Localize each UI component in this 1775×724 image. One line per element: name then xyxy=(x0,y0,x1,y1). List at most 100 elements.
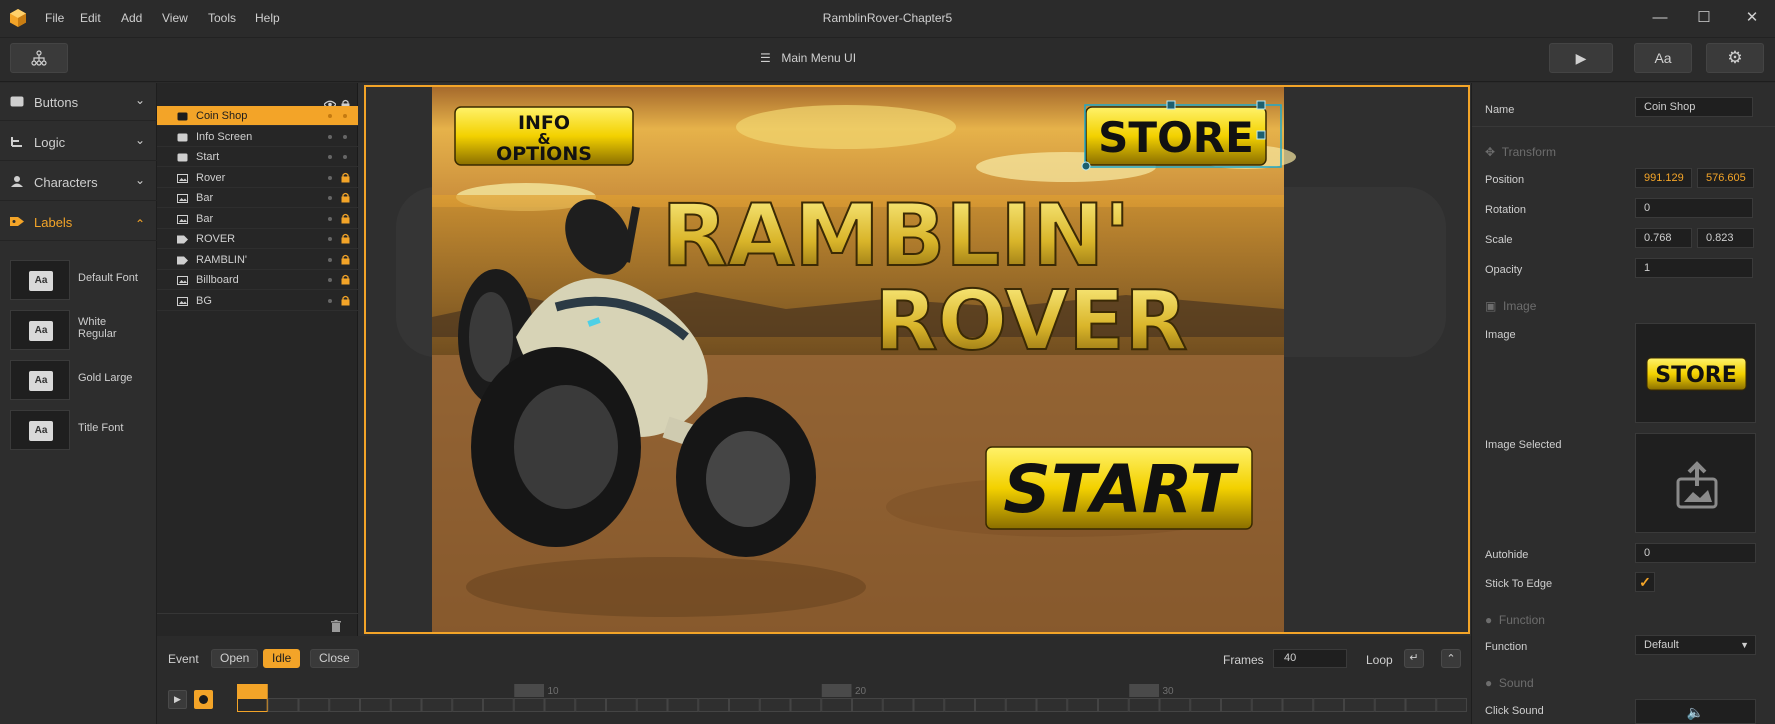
visibility-dot-icon[interactable] xyxy=(328,155,332,159)
frame-cell[interactable] xyxy=(698,698,729,712)
visibility-dot-icon[interactable] xyxy=(328,298,332,303)
name-field[interactable]: Coin Shop xyxy=(1635,97,1753,117)
timeline-play-icon[interactable]: ▶ xyxy=(168,690,187,709)
frame-cell[interactable] xyxy=(1313,698,1344,712)
frame-cell[interactable] xyxy=(636,698,668,712)
frame-cell[interactable] xyxy=(975,698,1006,712)
category-characters[interactable]: Characters ⌄ xyxy=(0,163,157,201)
frame-cell[interactable] xyxy=(667,698,699,712)
frame-cell[interactable] xyxy=(882,698,914,712)
lock-icon[interactable] xyxy=(341,172,350,183)
frame-cell[interactable] xyxy=(759,698,791,712)
frame-cell[interactable] xyxy=(1005,698,1037,712)
frame-cell[interactable] xyxy=(1374,698,1406,712)
frame-cell[interactable] xyxy=(421,698,453,712)
category-buttons[interactable]: Buttons ⌄ xyxy=(0,83,157,121)
frame-cell[interactable] xyxy=(513,698,545,712)
scale-x-field[interactable]: 0.768 xyxy=(1635,228,1692,248)
opacity-field[interactable]: 1 xyxy=(1635,258,1753,278)
frame-cell[interactable] xyxy=(298,698,330,712)
playhead[interactable] xyxy=(237,684,268,698)
category-labels[interactable]: Labels ⌃ xyxy=(0,203,157,241)
frame-cell[interactable] xyxy=(237,698,268,712)
scale-y-field[interactable]: 0.823 xyxy=(1697,228,1754,248)
loop-toggle-icon[interactable]: ↵ xyxy=(1404,649,1424,668)
frame-cell[interactable] xyxy=(575,698,606,712)
frame-cell[interactable] xyxy=(329,698,360,712)
lock-icon[interactable] xyxy=(341,274,350,285)
lock-icon[interactable] xyxy=(341,233,350,244)
close-icon[interactable]: ✕ xyxy=(1736,6,1768,30)
frame-cell[interactable] xyxy=(913,698,945,712)
visibility-dot-icon[interactable] xyxy=(328,278,332,282)
frame-cell[interactable] xyxy=(390,698,422,712)
image-preview[interactable]: STORE xyxy=(1635,323,1756,423)
hierarchy-row[interactable]: RAMBLIN' xyxy=(157,250,358,270)
visibility-dot-icon[interactable] xyxy=(328,216,332,221)
hierarchy-row[interactable]: Info Screen xyxy=(157,127,358,147)
event-open-button[interactable]: Open xyxy=(211,649,259,668)
image-selected-slot[interactable] xyxy=(1635,433,1756,533)
lock-icon[interactable] xyxy=(341,213,350,224)
position-y-field[interactable]: 576.605 xyxy=(1697,168,1754,188)
frame-cell[interactable] xyxy=(1344,698,1375,712)
frame-cell[interactable] xyxy=(1098,698,1129,712)
visibility-dot-icon[interactable] xyxy=(328,237,332,241)
frame-cell[interactable] xyxy=(544,698,576,712)
frame-cell[interactable] xyxy=(483,698,514,712)
rotation-field[interactable]: 0 xyxy=(1635,198,1753,218)
frame-cell[interactable] xyxy=(1128,698,1160,712)
hierarchy-row[interactable]: Rover xyxy=(157,168,358,188)
visibility-dot-icon[interactable] xyxy=(328,114,332,118)
visibility-dot-icon[interactable] xyxy=(328,257,332,262)
frame-cell[interactable] xyxy=(852,698,883,712)
game-canvas[interactable]: INFO & OPTIONS STORE RAMBLIN' ROVER STAR… xyxy=(364,85,1470,634)
frame-cell[interactable] xyxy=(267,698,299,712)
frame-cell[interactable] xyxy=(790,698,822,712)
lock-icon[interactable] xyxy=(341,295,350,306)
hierarchy-row[interactable]: Coin Shop xyxy=(157,106,358,126)
lock-dot-icon[interactable] xyxy=(343,155,347,159)
frame-cell[interactable] xyxy=(360,698,391,712)
stick-to-edge-checkbox[interactable]: ✓ xyxy=(1635,572,1655,592)
lock-icon[interactable] xyxy=(341,254,350,265)
click-sound-slot[interactable]: 🔈 xyxy=(1635,699,1756,724)
visibility-dot-icon[interactable] xyxy=(328,175,332,180)
label-asset-title-font[interactable]: Aa Title Font xyxy=(10,410,150,450)
lock-icon[interactable] xyxy=(341,192,350,203)
frame-cell[interactable] xyxy=(1405,698,1437,712)
hierarchy-row[interactable]: Bar xyxy=(157,188,358,208)
category-logic[interactable]: Logic ⌄ xyxy=(0,123,157,161)
frame-cell[interactable] xyxy=(1190,698,1221,712)
event-idle-button[interactable]: Idle xyxy=(263,649,301,668)
trash-icon[interactable] xyxy=(331,620,341,632)
play-button[interactable]: ▶ xyxy=(1549,43,1613,73)
hierarchy-row[interactable]: Start xyxy=(157,147,358,167)
hierarchy-row[interactable]: Billboard xyxy=(157,270,358,290)
hierarchy-row[interactable]: ROVER xyxy=(157,229,358,249)
frame-cell[interactable] xyxy=(606,698,637,712)
frame-cell[interactable] xyxy=(1436,698,1467,712)
record-button[interactable] xyxy=(194,690,213,709)
frame-cell[interactable] xyxy=(944,698,975,712)
visibility-dot-icon[interactable] xyxy=(328,134,332,139)
frame-cell[interactable] xyxy=(1159,698,1191,712)
frame-cell[interactable] xyxy=(821,698,852,712)
frame-track[interactable]: 0102030 xyxy=(237,682,1467,718)
frame-cell[interactable] xyxy=(452,698,483,712)
frame-cell[interactable] xyxy=(1282,698,1314,712)
lock-dot-icon[interactable] xyxy=(343,134,347,139)
minimize-icon[interactable]: — xyxy=(1644,6,1676,30)
function-select[interactable]: Default ▼ xyxy=(1635,635,1756,655)
frames-input[interactable]: 40 xyxy=(1273,649,1347,668)
font-button[interactable]: Aa xyxy=(1634,43,1692,73)
position-x-field[interactable]: 991.129 xyxy=(1635,168,1692,188)
event-close-button[interactable]: Close xyxy=(310,649,359,668)
frame-cell[interactable] xyxy=(1036,698,1068,712)
frame-cell[interactable] xyxy=(1067,698,1098,712)
frame-cell[interactable] xyxy=(1251,698,1283,712)
label-asset-white-regular[interactable]: Aa White Regular xyxy=(10,310,150,350)
visibility-dot-icon[interactable] xyxy=(328,196,332,200)
autohide-field[interactable]: 0 xyxy=(1635,543,1756,563)
label-asset-gold-large[interactable]: Aa Gold Large xyxy=(10,360,150,400)
